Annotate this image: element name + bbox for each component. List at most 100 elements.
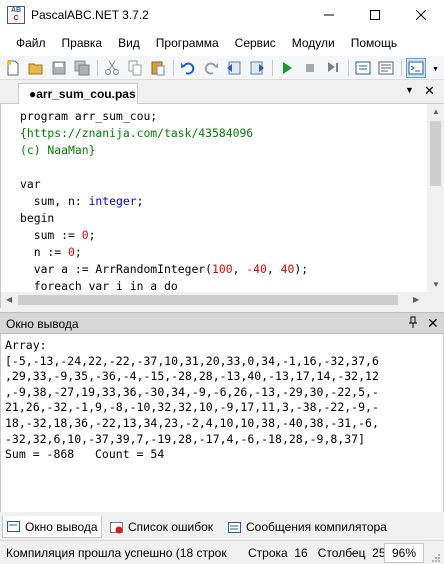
toolbar-separator <box>173 59 174 76</box>
properties-button[interactable] <box>376 58 396 78</box>
run-button[interactable] <box>277 58 297 78</box>
output-line: 18,-32,18,36,-22,13,34,23,-2,4,10,10,38,… <box>5 415 379 430</box>
open-button[interactable] <box>26 58 46 78</box>
tab-error-list[interactable]: Список ошибок <box>106 516 222 538</box>
save-all-icon <box>74 60 90 75</box>
editor-tab-strip: ●arr_sum_cou.pas ▼ ✕ <box>0 80 444 104</box>
tab-close-icon[interactable]: ✕ <box>424 83 435 99</box>
debug-button[interactable] <box>323 58 343 78</box>
code-editor[interactable]: program arr_sum_cou; {https://znanija.com… <box>0 104 444 308</box>
pin-icon-glyph <box>409 316 417 328</box>
menu-view[interactable]: Вид <box>110 36 148 50</box>
status-message: Компиляция прошла успешно (18 строк <box>6 546 227 560</box>
properties-icon <box>378 61 394 74</box>
new-file-button[interactable] <box>3 58 23 78</box>
code-line: var a := ArrRandomInteger(100, -40, 40); <box>20 262 309 276</box>
code-text[interactable]: program arr_sum_cou; {https://znanija.com… <box>20 108 308 295</box>
run-play-icon <box>283 61 292 74</box>
stop-button[interactable] <box>300 58 320 78</box>
menu-program[interactable]: Программа <box>148 36 227 50</box>
output-panel-close-icon[interactable]: ✕ <box>427 315 439 332</box>
output-window[interactable]: Array: [-5,-13,-24,22,-22,-37,10,31,20,33… <box>0 334 444 512</box>
output-line: ,-9,38,-27,19,33,36,-30,34,-9,-6,26,-13,… <box>5 384 379 399</box>
scroll-down-arrow-icon[interactable]: ▼ <box>432 280 440 289</box>
output-panel-header: Окно вывода ✕ <box>0 312 444 334</box>
compiler-messages-icon <box>228 521 241 533</box>
menu-service[interactable]: Сервис <box>227 36 284 50</box>
menu-modules[interactable]: Модули <box>284 36 343 50</box>
tab-list-dropdown-icon[interactable]: ▼ <box>405 85 414 95</box>
output-panel-title: Окно вывода <box>6 317 79 331</box>
output-window-toggle-button[interactable] <box>406 57 426 78</box>
navigate-back-icon <box>227 61 241 74</box>
navigate-forward-button[interactable] <box>247 58 267 78</box>
output-line: Sum = -868 Count = 54 <box>5 447 165 462</box>
editor-gutter <box>1 104 15 292</box>
menu-file[interactable]: Файл <box>8 36 54 50</box>
save-button[interactable] <box>49 58 69 78</box>
zoom-level[interactable]: 96% <box>384 543 424 563</box>
copy-icon <box>128 60 142 75</box>
code-line: sum := 0; <box>20 228 96 242</box>
debug-icon <box>328 61 338 72</box>
title-bar: AB C PascalABC.NET 3.7.2 <box>0 0 444 30</box>
line-value: 16 <box>294 546 308 560</box>
redo-button[interactable] <box>201 58 221 78</box>
column-label: Столбец <box>317 546 366 560</box>
undo-button[interactable] <box>178 58 198 78</box>
tab-arr-sum-cou[interactable]: ●arr_sum_cou.pas <box>18 83 138 104</box>
code-line: var <box>20 177 41 191</box>
code-line: begin <box>20 211 55 225</box>
paste-button[interactable] <box>148 58 168 78</box>
menu-edit[interactable]: Правка <box>54 36 111 50</box>
bottom-panel-tabs: Окно вывода Список ошибок Сообщения комп… <box>0 516 444 538</box>
maximize-button[interactable] <box>352 0 398 30</box>
close-window-button[interactable] <box>398 0 444 30</box>
window-title: PascalABC.NET 3.7.2 <box>31 8 149 22</box>
maximize-icon <box>370 10 380 20</box>
navigate-back-button[interactable] <box>224 58 244 78</box>
toolbar-separator <box>272 59 273 76</box>
cursor-position: Строка 16 Столбец 25 <box>248 546 386 560</box>
copy-button[interactable] <box>125 58 145 78</box>
tab-output-window-label: Окно вывода <box>25 519 98 534</box>
cut-button[interactable] <box>102 58 122 78</box>
menu-help[interactable]: Помощь <box>343 36 405 50</box>
minimize-button[interactable] <box>306 0 352 30</box>
undo-icon <box>181 62 195 75</box>
stop-icon <box>306 63 314 72</box>
tab-error-list-label: Список ошибок <box>128 520 214 534</box>
tab-output-window[interactable]: Окно вывода <box>2 516 102 538</box>
status-bar: Компиляция прошла успешно (18 строк Стро… <box>0 540 444 564</box>
scroll-up-arrow-icon[interactable]: ▲ <box>432 107 440 116</box>
scissors-icon <box>105 60 119 75</box>
tab-compiler-messages[interactable]: Сообщения компилятора <box>224 516 394 538</box>
editor-horizontal-scrollbar[interactable]: ◀ ▶ <box>1 292 444 308</box>
toolbar-separator <box>348 59 349 76</box>
toolbar-overflow-icon[interactable]: ▼ <box>432 66 439 73</box>
output-text[interactable]: Array: [-5,-13,-24,22,-22,-37,10,31,20,33… <box>5 338 379 463</box>
toolbar: ▼ <box>0 56 444 80</box>
pin-icon[interactable] <box>408 316 418 331</box>
tab-compiler-messages-label: Сообщения компилятора <box>246 520 387 534</box>
scroll-left-arrow-icon[interactable]: ◀ <box>6 295 12 304</box>
output-line: -32,32,6,10,-37,39,7,-19,28,-17,4,-6,-18… <box>5 431 366 446</box>
output-line: [-5,-13,-24,22,-22,-37,10,31,20,33,0,34,… <box>5 353 379 368</box>
redo-icon <box>204 62 218 75</box>
editor-horizontal-scroll-thumb[interactable] <box>18 295 398 305</box>
output-line: ,29,33,-9,35,-36,-4,-15,-28,28,-13,40,-1… <box>5 369 379 384</box>
output-window-icon <box>7 521 20 532</box>
output-line: Array: <box>5 338 47 352</box>
scroll-right-arrow-icon[interactable]: ▶ <box>413 295 419 304</box>
code-line: program arr_sum_cou; <box>20 109 158 123</box>
resize-grip-icon[interactable] <box>432 553 441 562</box>
output-line: 21,26,-32,-1,9,-8,-10,32,32,10,-9,17,11,… <box>5 400 379 415</box>
editor-vertical-scroll-thumb[interactable] <box>430 121 441 186</box>
save-all-button[interactable] <box>72 58 92 78</box>
pascalabc-app-icon: AB C <box>7 6 25 24</box>
toolbar-separator <box>97 59 98 76</box>
editor-vertical-scrollbar[interactable]: ▲ ▼ <box>427 104 444 292</box>
compile-options-button[interactable] <box>353 58 373 78</box>
save-icon <box>52 61 66 74</box>
code-line: sum, n: integer; <box>20 194 144 208</box>
